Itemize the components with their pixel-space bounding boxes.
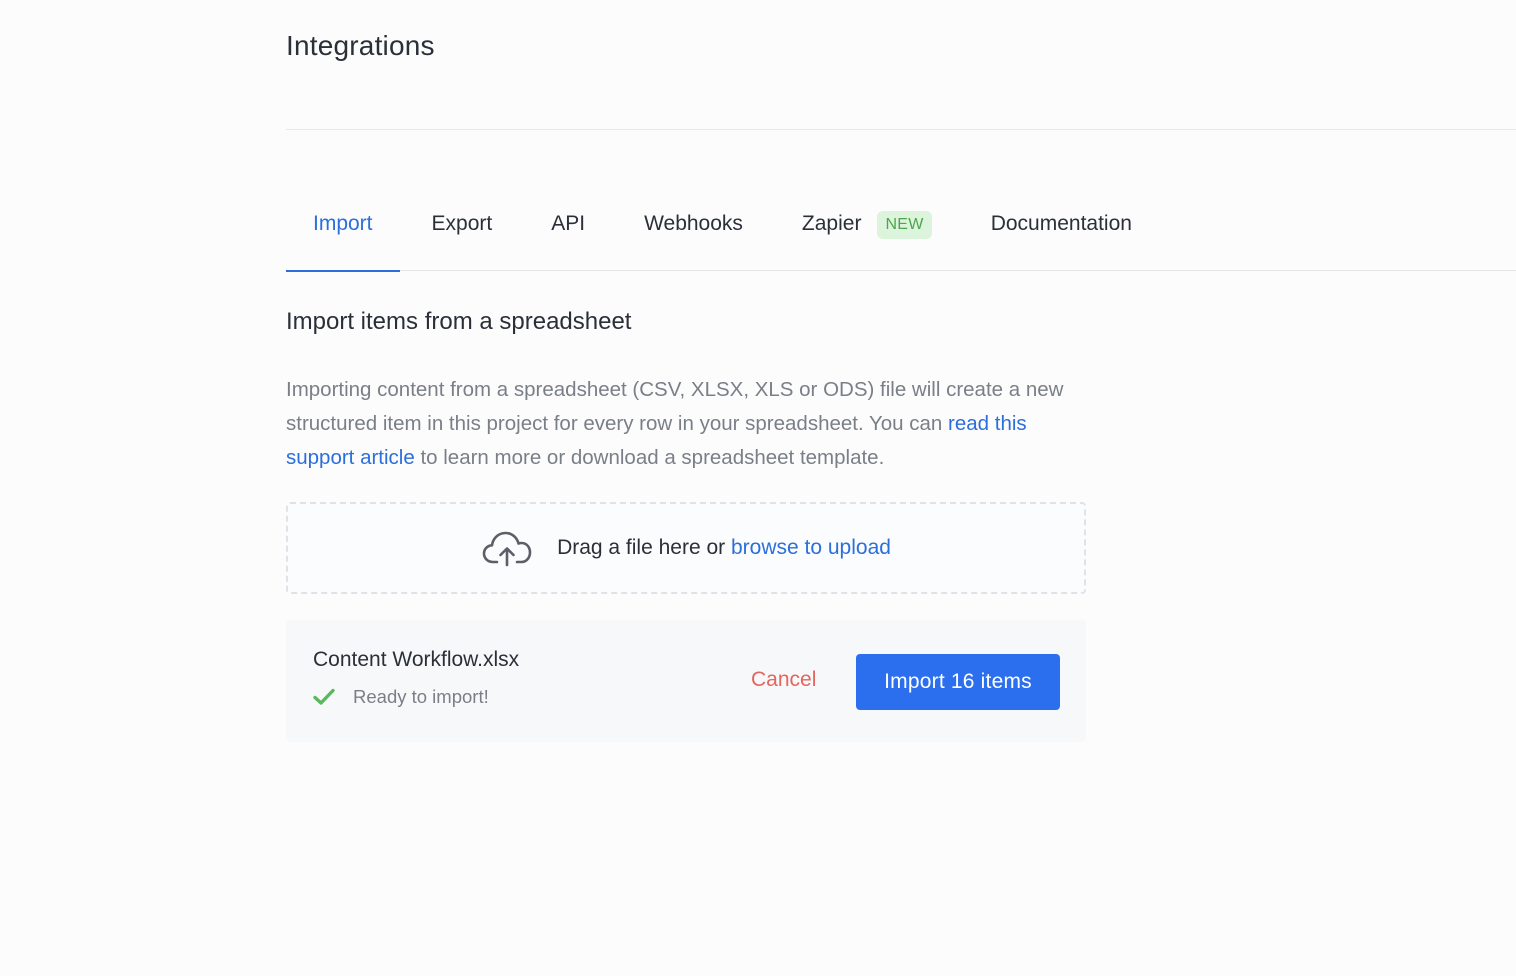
tab-documentation-label: Documentation	[990, 212, 1132, 235]
file-dropzone[interactable]: Drag a file here or browse to upload	[286, 502, 1086, 594]
description-text-start: Importing content from a spreadsheet (CS…	[286, 378, 1064, 435]
cloud-upload-icon	[481, 528, 533, 568]
tab-zapier[interactable]: Zapier NEW	[775, 200, 959, 271]
cancel-button[interactable]: Cancel	[751, 668, 816, 692]
import-description: Importing content from a spreadsheet (CS…	[286, 373, 1086, 475]
dropzone-text: Drag a file here or browse to upload	[557, 536, 891, 560]
browse-upload-link[interactable]: browse to upload	[731, 536, 891, 559]
dropzone-instruction: Drag a file here or	[557, 536, 731, 559]
tab-api-label: API	[551, 212, 586, 235]
status-text: Ready to import!	[353, 686, 489, 707]
selected-file-card: Content Workflow.xlsx Ready to import! C…	[286, 620, 1086, 742]
new-badge: NEW	[877, 211, 932, 239]
tab-export-label: Export	[431, 212, 493, 235]
tab-import[interactable]: Import	[286, 200, 400, 272]
file-status: Ready to import!	[313, 686, 489, 708]
page-title: Integrations	[286, 30, 435, 61]
tab-export[interactable]: Export	[405, 200, 520, 271]
import-items-button[interactable]: Import 16 items	[856, 654, 1060, 710]
tab-import-label: Import	[313, 212, 373, 235]
tab-api[interactable]: API	[524, 200, 612, 271]
integrations-page: Integrations Import Export API Webhooks …	[0, 0, 1516, 976]
tab-webhooks[interactable]: Webhooks	[617, 200, 770, 271]
tab-zapier-label: Zapier	[801, 212, 862, 235]
check-icon	[313, 688, 335, 706]
integration-tabs: Import Export API Webhooks Zapier NEW Do…	[286, 200, 1516, 272]
file-name: Content Workflow.xlsx	[313, 648, 520, 671]
section-title: Import items from a spreadsheet	[286, 308, 632, 335]
tab-documentation[interactable]: Documentation	[964, 200, 1159, 271]
header-divider	[286, 129, 1516, 130]
description-text-end: to learn more or download a spreadsheet …	[414, 446, 885, 469]
tab-webhooks-label: Webhooks	[644, 212, 743, 235]
